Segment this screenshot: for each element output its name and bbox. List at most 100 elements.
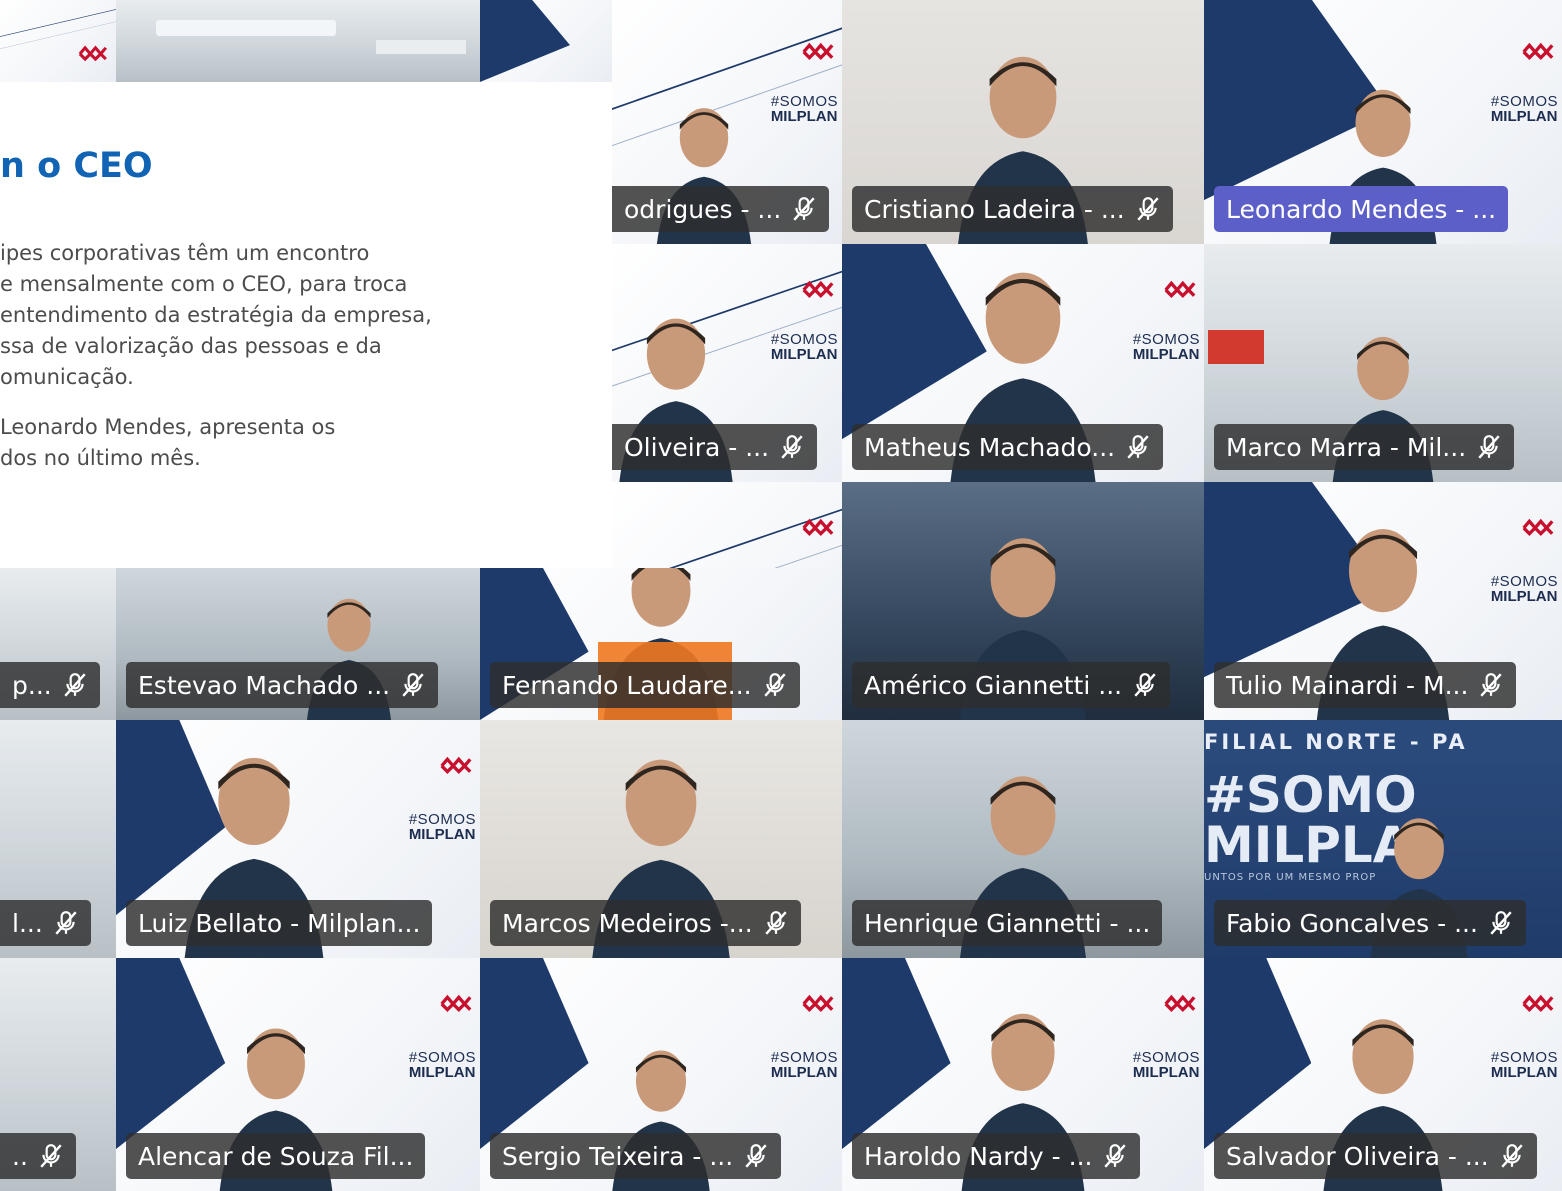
video-tile[interactable]: FILIAL NORTE - PA #SOMO MILPLA UNTOS POR… bbox=[1204, 720, 1562, 958]
milplan-logo-icon bbox=[798, 274, 836, 304]
participant-name: odrigues - ... bbox=[624, 194, 782, 224]
somos-milplan-brand: #SOMOSMILPLAN bbox=[770, 93, 838, 125]
video-tile[interactable]: #SOMOS MILPLAN Leonardo Mendes - ... bbox=[1204, 0, 1562, 244]
mic-off-icon bbox=[38, 1143, 64, 1169]
participant-name: Estevao Machado ... bbox=[138, 670, 391, 700]
participant-name: Marco Marra - Mil... bbox=[1226, 432, 1467, 462]
mic-off-icon bbox=[53, 910, 79, 936]
video-tile[interactable]: Marco Marra - Mil... bbox=[1204, 244, 1562, 482]
milplan-logo-icon bbox=[1518, 512, 1556, 542]
participant-name-tag: p... bbox=[0, 662, 100, 708]
video-tile[interactable]: Henrique Giannetti - ... bbox=[842, 720, 1204, 958]
milplan-logo-icon bbox=[436, 750, 474, 780]
participant-name: .. bbox=[12, 1141, 28, 1171]
participant-name-tag: Marcos Medeiros -... bbox=[490, 900, 801, 946]
video-tile[interactable]: Estevao Machado ... bbox=[116, 568, 480, 720]
paragraph-line: ssa de valorização das pessoas e da bbox=[0, 334, 382, 358]
video-tile[interactable]: #SOMOS MILPLAN Luiz Bellato - Milplan... bbox=[116, 720, 480, 958]
article-headline: n o CEO bbox=[0, 146, 153, 186]
somos-milplan-brand: #SOMOSMILPLAN bbox=[770, 1049, 838, 1081]
filial-banner: FILIAL NORTE - PA bbox=[1204, 720, 1562, 764]
paragraph-line: omunicação. bbox=[0, 365, 134, 389]
mic-off-icon bbox=[1102, 1143, 1128, 1169]
participant-name: Oliveira - ... bbox=[624, 432, 770, 462]
participant-name: Salvador Oliveira - ... bbox=[1226, 1141, 1489, 1171]
mic-off-icon bbox=[743, 1143, 769, 1169]
participant-name: Leonardo Mendes - ... bbox=[1226, 194, 1497, 224]
participant-name-tag-speaking: Leonardo Mendes - ... bbox=[1214, 186, 1509, 232]
mic-off-icon bbox=[400, 672, 426, 698]
video-tile[interactable]: Fernando Laudare... bbox=[480, 568, 842, 720]
mic-off-icon bbox=[1488, 910, 1514, 936]
decor-wedge bbox=[842, 958, 951, 1149]
wall-sign bbox=[1208, 330, 1264, 364]
milplan-logo-icon bbox=[436, 988, 474, 1018]
somos-milplan-brand: #SOMOSMILPLAN bbox=[1490, 573, 1558, 605]
article-paragraph-1: ipes corporativas têm um encontro e mens… bbox=[0, 238, 600, 393]
video-tile[interactable]: l... bbox=[0, 720, 116, 958]
mic-off-icon bbox=[1478, 672, 1504, 698]
milplan-logo-icon bbox=[1160, 988, 1198, 1018]
participant-name: Américo Giannetti ... bbox=[864, 670, 1123, 700]
participant-name-tag: Tulio Mainardi - M... bbox=[1214, 662, 1517, 708]
participant-name-tag: Fabio Goncalves - ... bbox=[1214, 900, 1526, 946]
paragraph-line: dos no último mês. bbox=[0, 446, 201, 470]
somos-milplan-brand: #SOMOSMILPLAN bbox=[408, 1049, 476, 1081]
paragraph-line: Leonardo Mendes, apresenta os bbox=[0, 415, 336, 439]
video-tile[interactable]: #SOMOS MILPLAN Matheus Machado... bbox=[842, 244, 1204, 482]
somos-milplan-brand: #SOMOSMILPLAN bbox=[770, 331, 838, 363]
participant-name: Fabio Goncalves - ... bbox=[1226, 908, 1478, 938]
participant-name-tag: Estevao Machado ... bbox=[126, 662, 439, 708]
video-tile[interactable]: #SOMOS MILPLAN odrigues - ... bbox=[612, 0, 842, 244]
participant-name: Luiz Bellato - Milplan... bbox=[138, 908, 421, 938]
video-tile[interactable]: #SOMOS MILPLAN Tulio Mainardi - M... bbox=[1204, 482, 1562, 720]
participant-name: Haroldo Nardy - ... bbox=[864, 1141, 1093, 1171]
video-tile[interactable]: #SOMOS MILPLAN Oliveira - ... bbox=[612, 244, 842, 482]
milplan-logo-icon bbox=[798, 988, 836, 1018]
video-tile[interactable]: #SOMOS MILPLAN Sergio Teixeira - ... bbox=[480, 958, 842, 1191]
video-tile[interactable]: Cristiano Ladeira - ... bbox=[842, 0, 1204, 244]
mic-off-icon bbox=[762, 672, 788, 698]
video-tile[interactable]: .. bbox=[0, 958, 116, 1191]
paragraph-line: e mensalmente com o CEO, para troca bbox=[0, 272, 408, 296]
somos-milplan-brand: #SOMOSMILPLAN bbox=[1490, 1049, 1558, 1081]
somos-milplan-brand: #SOMOSMILPLAN bbox=[408, 811, 476, 843]
paragraph-line: entendimento da estratégia da empresa, bbox=[0, 303, 432, 327]
milplan-logo-icon bbox=[1518, 988, 1556, 1018]
decor-wedge bbox=[480, 958, 589, 1149]
somos-milplan-brand: #SOMOSMILPLAN bbox=[1132, 1049, 1200, 1081]
participant-name-tag: l... bbox=[0, 900, 91, 946]
participant-name: Tulio Mainardi - M... bbox=[1226, 670, 1469, 700]
participant-name-tag: Salvador Oliveira - ... bbox=[1214, 1133, 1537, 1179]
article-paragraph-2: Leonardo Mendes, apresenta os dos no últ… bbox=[0, 412, 600, 474]
participant-name-tag: Oliveira - ... bbox=[612, 424, 818, 470]
tile-top-right-brand bbox=[480, 0, 612, 82]
participant-name-tag: Luiz Bellato - Milplan... bbox=[126, 900, 433, 946]
mic-off-icon bbox=[1499, 1143, 1525, 1169]
milplan-logo-icon bbox=[1518, 36, 1556, 66]
video-tile[interactable]: #SOMOS MILPLAN Alencar de Souza Fil... bbox=[116, 958, 480, 1191]
filial-subtitle: UNTOS POR UM MESMO PROP bbox=[1204, 872, 1377, 883]
participant-name: p... bbox=[12, 670, 52, 700]
somos-milplan-brand: #SOMOSMILPLAN bbox=[1132, 331, 1200, 363]
video-tile[interactable]: p... bbox=[0, 568, 116, 720]
participant-name: Sergio Teixeira - ... bbox=[502, 1141, 734, 1171]
video-tile[interactable]: Américo Giannetti ... bbox=[842, 482, 1204, 720]
participant-name: Matheus Machado... bbox=[864, 432, 1116, 462]
decor-wedge bbox=[1204, 958, 1311, 1149]
mic-off-icon bbox=[763, 910, 789, 936]
video-tile[interactable]: #SOMOS MILPLAN Haroldo Nardy - ... bbox=[842, 958, 1204, 1191]
participant-name-tag: Henrique Giannetti - ... bbox=[852, 900, 1163, 946]
participant-name-tag: Cristiano Ladeira - ... bbox=[852, 186, 1173, 232]
paragraph-line: ipes corporativas têm um encontro bbox=[0, 241, 370, 265]
participant-name: Henrique Giannetti - ... bbox=[864, 908, 1151, 938]
participant-name-tag: Américo Giannetti ... bbox=[852, 662, 1171, 708]
tile-top-left-brand bbox=[0, 0, 116, 82]
video-tile[interactable]: Marcos Medeiros -... bbox=[480, 720, 842, 958]
participant-name-tag: odrigues - ... bbox=[612, 186, 830, 232]
video-tile[interactable]: #SOMOS MILPLAN Salvador Oliveira - ... bbox=[1204, 958, 1562, 1191]
mic-off-icon bbox=[791, 196, 817, 222]
participant-name-tag: Matheus Machado... bbox=[852, 424, 1164, 470]
tile-top-left-room[interactable] bbox=[116, 0, 480, 82]
participant-name-tag: Haroldo Nardy - ... bbox=[852, 1133, 1141, 1179]
